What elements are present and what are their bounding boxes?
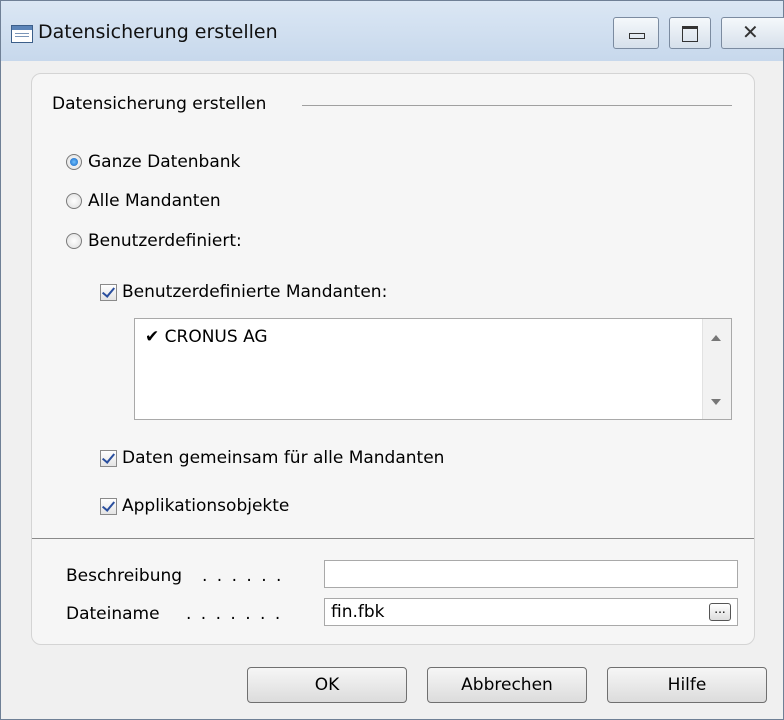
- form-icon: [11, 25, 33, 43]
- filename-value: fin.fbk: [331, 602, 385, 622]
- radio-button[interactable]: [66, 233, 82, 249]
- company-list[interactable]: ✔ CRONUS AG: [134, 318, 732, 420]
- filename-label: Dateiname: [66, 604, 160, 624]
- checkbox[interactable]: [100, 498, 117, 515]
- close-button[interactable]: ✕: [721, 17, 784, 49]
- backup-options-panel: Datensicherung erstellen Ganze Datenbank…: [31, 73, 755, 645]
- maximize-icon: [682, 26, 698, 42]
- close-icon: ✕: [742, 20, 759, 44]
- ok-button[interactable]: OK: [247, 667, 407, 703]
- checkbox-label: Benutzerdefinierte Mandanten:: [122, 282, 388, 302]
- radio-button[interactable]: [66, 193, 82, 209]
- minimize-button[interactable]: [613, 17, 659, 49]
- scroll-down-arrow-icon[interactable]: [711, 399, 721, 405]
- radio-label: Ganze Datenbank: [88, 152, 241, 172]
- backup-dialog: Datensicherung erstellen ✕ Datensicherun…: [0, 0, 784, 720]
- description-label: Beschreibung: [66, 566, 183, 586]
- checkbox-label: Applikationsobjekte: [122, 496, 290, 516]
- vertical-scrollbar[interactable]: [702, 319, 731, 419]
- radio-label: Alle Mandanten: [88, 191, 221, 211]
- radio-label: Benutzerdefiniert:: [88, 231, 242, 251]
- checkbox[interactable]: [100, 450, 117, 467]
- checkbox-label: Daten gemeinsam für alle Mandanten: [122, 448, 445, 468]
- scroll-up-arrow-icon[interactable]: [711, 335, 721, 341]
- section-divider: [32, 538, 754, 539]
- company-name: CRONUS AG: [164, 327, 268, 347]
- list-item[interactable]: ✔ CRONUS AG: [145, 327, 268, 347]
- filename-input[interactable]: fin.fbk ...: [324, 598, 738, 626]
- radio-button-selected[interactable]: [66, 154, 82, 170]
- browse-button[interactable]: ...: [709, 603, 731, 621]
- description-leader-dots: . . . . . .: [202, 566, 284, 586]
- help-button[interactable]: Hilfe: [607, 667, 767, 703]
- checkbox[interactable]: [100, 284, 117, 301]
- window-title: Datensicherung erstellen: [38, 21, 278, 43]
- title-bar[interactable]: Datensicherung erstellen ✕: [1, 1, 784, 61]
- cancel-button[interactable]: Abbrechen: [427, 667, 587, 703]
- minimize-icon: [629, 33, 645, 39]
- description-input[interactable]: [324, 560, 738, 588]
- group-title: Datensicherung erstellen: [52, 94, 267, 114]
- maximize-button[interactable]: [669, 17, 711, 49]
- checkmark-icon: ✔: [145, 327, 160, 347]
- filename-leader-dots: . . . . . . .: [186, 604, 283, 624]
- group-divider: [302, 105, 732, 106]
